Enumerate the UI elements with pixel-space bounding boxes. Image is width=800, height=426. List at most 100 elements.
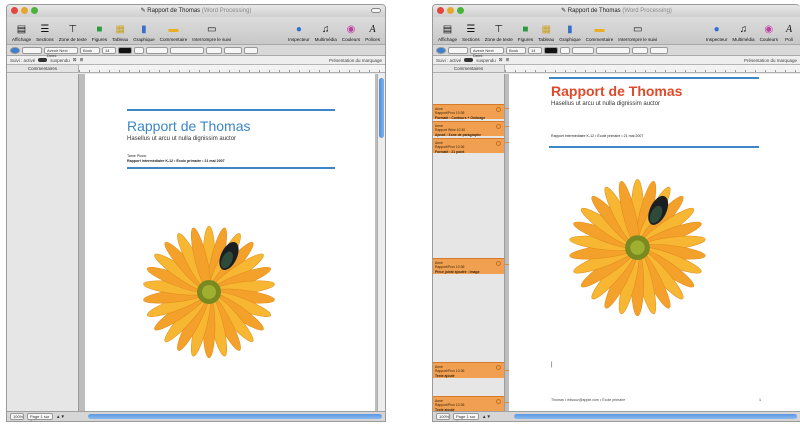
horizontal-scroll-thumb[interactable] (513, 414, 797, 419)
comments-header: Commentaires (7, 65, 79, 72)
reject-change-icon[interactable]: ⊞ (506, 57, 510, 63)
toolbar-fonts-button[interactable]: A Polices (363, 24, 382, 42)
toolbar-comment-button[interactable]: ▬ Commentaire (584, 24, 616, 42)
toolbar-sections-button[interactable]: ☰ Sections (34, 24, 56, 42)
toolbar-chart-button[interactable]: ▮ Graphique (131, 24, 156, 42)
toolbar-table-button[interactable]: ▦ Tableau (536, 24, 556, 42)
toolbar-view-button[interactable]: ▤ Affichage (10, 24, 33, 42)
reject-change-icon[interactable]: ⊞ (80, 57, 84, 63)
document-page[interactable]: Rapport de Thomas Hasellus ut arcu ut nu… (509, 74, 800, 411)
toolbar-track-button[interactable]: ▭ Interrompre le suivi (616, 24, 659, 42)
vertical-scrollbar[interactable] (377, 74, 385, 411)
font-size-popup[interactable]: 14 (528, 46, 542, 54)
zoom-popup[interactable]: 100% (436, 413, 450, 420)
comment-bubble[interactable]: Anne Rapport/Prov 10:36 Texte ajouté (433, 396, 504, 412)
minimize-button[interactable] (21, 7, 28, 14)
main-toolbar: ▤ Affichage ☰ Sections ⊤ Zone de texte ■ Fig… (433, 17, 800, 45)
toolbar-media-button[interactable]: ♫ Multimédia (730, 24, 756, 42)
document-page[interactable]: Rapport de Thomas Hasellus ut arcu ut nu… (85, 74, 375, 411)
toolbar-textbox-button[interactable]: ⊤ Zone de texte (57, 24, 89, 42)
horizontal-ruler[interactable] (505, 65, 800, 72)
page-nav-icon[interactable]: ▲▼ (56, 414, 65, 419)
comment-close-icon[interactable] (496, 365, 501, 370)
close-button[interactable] (11, 7, 18, 14)
comment-bubble[interactable]: Anne Rapport Wine 10:30 Ajouté : Zone de p… (433, 121, 504, 137)
styles-drawer-button[interactable] (436, 46, 446, 54)
comment-close-icon[interactable] (496, 107, 501, 112)
comment-close-icon[interactable] (496, 141, 501, 146)
toolbar-table-button[interactable]: ▦ Tableau (110, 24, 130, 42)
toolbar-comment-button[interactable]: ▬ Commentaire (158, 24, 190, 42)
flower-image[interactable] (137, 216, 282, 361)
font-style-popup[interactable]: Book (80, 46, 100, 54)
toolbar-shapes-button[interactable]: ■ Figures (516, 24, 535, 42)
styles-drawer-button[interactable] (10, 46, 20, 54)
horizontal-ruler[interactable] (79, 65, 385, 72)
zoom-button[interactable] (457, 7, 464, 14)
paragraph-style-popup[interactable] (22, 46, 42, 54)
toolbar-track-button[interactable]: ▭ Interrompre le suivi (190, 24, 233, 42)
text-color-well[interactable] (118, 46, 132, 54)
toolbar-textbox-button[interactable]: ⊤ Zone de texte (483, 24, 515, 42)
toolbar-fonts-button[interactable]: A Poli (781, 24, 797, 42)
columns-popup[interactable] (650, 46, 668, 54)
page-indicator[interactable]: Page 1 sur 2 (27, 413, 53, 421)
tracking-toggle[interactable] (464, 58, 474, 62)
toolbar-colors-button[interactable]: ◉ Couleurs (758, 24, 780, 42)
list-popup[interactable] (244, 46, 258, 54)
font-size-popup[interactable]: 14 (102, 46, 116, 54)
comment-close-icon[interactable] (496, 399, 501, 404)
comment-bubble[interactable]: Anne Rapport/Prov 10:36 Pièce jointe ajout… (433, 258, 504, 274)
document-subtitle[interactable]: Hasellus ut arcu ut nulla dignissim auct… (551, 101, 660, 107)
markup-display-label[interactable]: Présentation du marquage (744, 58, 797, 63)
zoom-popup[interactable]: 100% (10, 413, 24, 420)
toolbar-inspector-button[interactable]: ● Inspecteur (704, 24, 729, 42)
toolbar-chart-button[interactable]: ▮ Graphique (557, 24, 582, 42)
columns-popup[interactable] (224, 46, 242, 54)
document-info-line[interactable]: Rapport intermédiaire K-12 • École prima… (127, 159, 225, 163)
accept-change-icon[interactable]: ⊠ (499, 57, 503, 63)
toolbar-inspector-button[interactable]: ● Inspecteur (286, 24, 311, 42)
comment-bubble[interactable]: Anne Rapport/Prov 10:36 Texte ajouté (433, 362, 504, 378)
bold-italic-underline[interactable] (572, 46, 594, 54)
text-color-well[interactable] (544, 46, 558, 54)
font-family-popup[interactable]: Avenir Next Demi (44, 46, 78, 58)
document-subtitle[interactable]: Hasellus ut arcu ut nulla dignissim auct… (127, 136, 236, 142)
alignment-buttons[interactable] (170, 46, 204, 54)
highlight-color-well[interactable] (560, 46, 570, 54)
line-spacing-popup[interactable] (632, 46, 648, 54)
accept-change-icon[interactable]: ⊠ (73, 57, 77, 63)
document-footer[interactable]: Thomas • edsouz@apple.com • École primai… (551, 398, 625, 402)
document-title[interactable]: Rapport de Thomas (551, 83, 682, 99)
comment-bubble[interactable]: Anne Rapport/Prov 10:36 Formaté : 21 point (433, 138, 504, 154)
zoom-button[interactable] (31, 7, 38, 14)
markup-display-label[interactable]: Présentation du marquage (329, 58, 382, 63)
vertical-scroll-thumb[interactable] (379, 78, 384, 138)
toolbar-shapes-button[interactable]: ■ Figures (90, 24, 109, 42)
toolbar-media-button[interactable]: ♫ Multimédia (313, 24, 339, 42)
close-button[interactable] (437, 7, 444, 14)
comment-bubble[interactable]: Anne Rapport/Prov 10:38 Formaté : Contours… (433, 104, 504, 120)
toolbar-colors-button[interactable]: ◉ Couleurs (340, 24, 362, 42)
alignment-buttons[interactable] (596, 46, 630, 54)
tracking-toggle[interactable] (38, 58, 48, 62)
paragraph-style-popup[interactable] (448, 46, 468, 54)
toolbar-view-button[interactable]: ▤ Affichage (436, 24, 459, 42)
horizontal-scroll-thumb[interactable] (87, 414, 382, 419)
bold-italic-underline[interactable] (146, 46, 168, 54)
comment-close-icon[interactable] (496, 124, 501, 129)
highlight-color-well[interactable] (134, 46, 144, 54)
toolbar-sections-button[interactable]: ☰ Sections (460, 24, 482, 42)
font-style-popup[interactable]: Book (506, 46, 526, 54)
page-nav-icon[interactable]: ▲▼ (482, 414, 491, 419)
line-spacing-popup[interactable] (206, 46, 222, 54)
document-author[interactable]: Tame Piccio (127, 154, 146, 158)
minimize-button[interactable] (447, 7, 454, 14)
document-title[interactable]: Rapport de Thomas (127, 118, 250, 134)
comment-close-icon[interactable] (496, 261, 501, 266)
flower-image[interactable] (563, 169, 713, 319)
document-info-line[interactable]: Rapport intermédiaire K-12 • École prima… (551, 134, 643, 138)
font-family-popup[interactable]: Avenir Next Demi (470, 46, 504, 58)
page-indicator[interactable]: Page 1 sur 6 (453, 413, 479, 421)
toolbar-toggle-button[interactable] (371, 8, 381, 13)
